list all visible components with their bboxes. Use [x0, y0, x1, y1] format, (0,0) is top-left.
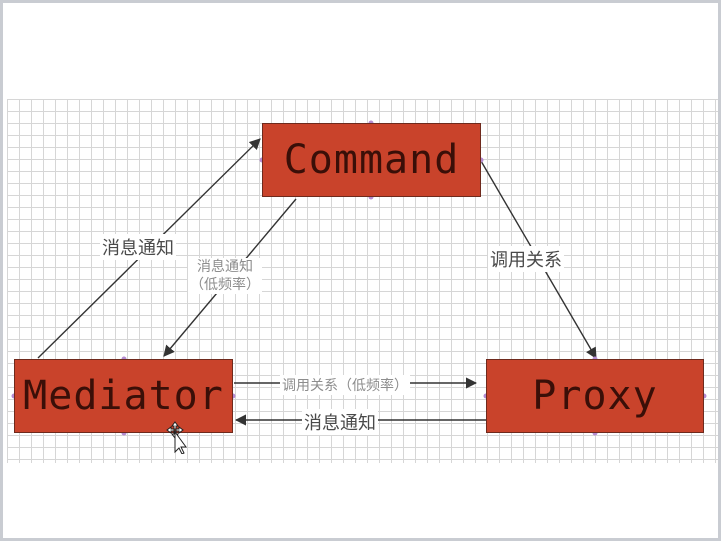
- command-node-label: Command: [283, 137, 460, 183]
- edge-label-mediator-to-command: 消息通知: [100, 234, 176, 260]
- proxy-node-label: Proxy: [532, 373, 658, 419]
- edge-label-mediator-to-proxy: 调用关系（低频率）: [280, 375, 410, 395]
- window-frame: [0, 0, 721, 541]
- proxy-node[interactable]: Proxy: [486, 359, 704, 433]
- edge-label-command-to-proxy: 调用关系: [488, 246, 564, 272]
- edge-label-command-to-mediator-line2: （低频率）: [190, 277, 260, 293]
- move-cursor-icon: [166, 421, 187, 454]
- mediator-node[interactable]: Mediator: [14, 359, 233, 433]
- command-node[interactable]: Command: [262, 123, 481, 197]
- mediator-node-label: Mediator: [23, 373, 224, 419]
- edge-label-command-to-mediator-line1: 消息通知: [197, 259, 253, 275]
- edge-label-command-to-mediator: 消息通知 （低频率）: [188, 258, 262, 294]
- edge-label-proxy-to-mediator: 消息通知: [302, 409, 378, 435]
